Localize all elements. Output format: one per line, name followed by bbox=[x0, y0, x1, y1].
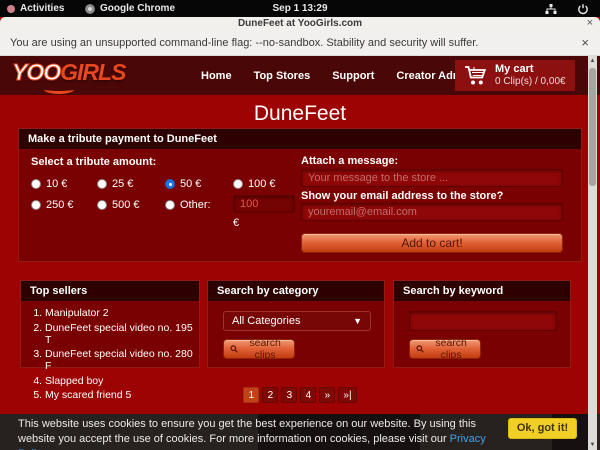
amount-option-25[interactable]: 25 € bbox=[97, 173, 165, 194]
other-amount-input[interactable] bbox=[233, 195, 295, 213]
page-button-3[interactable]: 3 bbox=[281, 387, 297, 403]
search-clips-label: search clips bbox=[428, 337, 474, 361]
window-titlebar: DuneFeet at YooGirls.com × bbox=[0, 17, 600, 31]
radio-icon[interactable] bbox=[233, 179, 243, 189]
power-icon[interactable] bbox=[577, 3, 589, 15]
radio-icon[interactable] bbox=[165, 200, 175, 210]
search-icon bbox=[416, 344, 424, 354]
search-clips-keyword-button[interactable]: search clips bbox=[409, 339, 481, 359]
scrollbar-thumb[interactable] bbox=[589, 68, 596, 186]
scroll-up-icon[interactable]: ▲ bbox=[588, 58, 597, 64]
cart-title: My cart bbox=[495, 63, 534, 75]
search-keyword-panel: Search by keyword search clips bbox=[393, 280, 571, 368]
amount-option-label: 50 € bbox=[180, 178, 201, 190]
warning-close-icon[interactable]: × bbox=[581, 31, 589, 55]
amount-option-250[interactable]: 250 € bbox=[31, 194, 97, 215]
screen: Activities Google Chrome Sep 1 13:29 Dun… bbox=[0, 0, 600, 450]
logo-yoo: YOO bbox=[12, 59, 60, 85]
logo-smile-icon bbox=[44, 85, 74, 94]
warning-text: You are using an unsupported command-lin… bbox=[10, 31, 478, 56]
amount-option-500[interactable]: 500 € bbox=[97, 194, 165, 215]
amount-option-100[interactable]: 100 € bbox=[233, 173, 305, 194]
amount-label: Select a tribute amount: bbox=[31, 156, 156, 168]
site-header: YOOGIRLS HomeTop StoresSupportCreator Ad… bbox=[0, 56, 600, 95]
search-clips-label: search clips bbox=[242, 337, 288, 361]
clock[interactable]: Sep 1 13:29 bbox=[0, 0, 600, 17]
scroll-down-icon[interactable]: ▼ bbox=[588, 442, 597, 448]
page-title: DuneFeet bbox=[0, 102, 600, 126]
logo-girls: GIRLS bbox=[60, 59, 125, 85]
network-icon[interactable] bbox=[545, 3, 557, 15]
scrollbar[interactable]: ▲ ▼ bbox=[588, 56, 597, 450]
radio-icon[interactable] bbox=[31, 179, 41, 189]
amount-option-label: 250 € bbox=[46, 199, 74, 211]
search-category-panel: Search by category All Categories ▼ sear… bbox=[207, 280, 385, 368]
nav-home[interactable]: Home bbox=[201, 70, 232, 82]
amount-option-label: Other: bbox=[180, 199, 211, 211]
amount-option-label: 100 € bbox=[248, 178, 276, 190]
search-icon bbox=[230, 344, 238, 354]
page-button-1[interactable]: 1 bbox=[243, 387, 259, 403]
message-input[interactable] bbox=[301, 169, 563, 187]
system-top-bar: Activities Google Chrome Sep 1 13:29 bbox=[0, 0, 600, 17]
search-keyword-title: Search by keyword bbox=[394, 281, 570, 301]
cart-summary: 0 Clip(s) / 0,00€ bbox=[495, 76, 566, 87]
main-nav: HomeTop StoresSupportCreator Admin bbox=[201, 56, 472, 95]
page-button-2[interactable]: 2 bbox=[262, 387, 278, 403]
page-button-»[interactable]: » bbox=[319, 387, 335, 403]
cart-icon bbox=[464, 65, 488, 86]
top-seller-item[interactable]: Slapped boy bbox=[45, 375, 199, 387]
email-label: Show your email address to the store? bbox=[301, 190, 503, 202]
window-close-icon[interactable]: × bbox=[587, 17, 593, 30]
chrome-warning-bar: You are using an unsupported command-lin… bbox=[0, 31, 600, 56]
top-sellers-panel: Top sellers Manipulator 2 DuneFeet specia… bbox=[20, 280, 200, 368]
search-category-title: Search by category bbox=[208, 281, 384, 301]
nav-support[interactable]: Support bbox=[332, 70, 374, 82]
radio-icon[interactable] bbox=[97, 200, 107, 210]
nav-top-stores[interactable]: Top Stores bbox=[254, 70, 311, 82]
category-selected-option: All Categories bbox=[232, 315, 300, 327]
message-label: Attach a message: bbox=[301, 155, 398, 167]
page-button-4[interactable]: 4 bbox=[300, 387, 316, 403]
cookie-banner: This website uses cookies to ensure you … bbox=[0, 414, 600, 450]
cookie-accept-button[interactable]: Ok, got it! bbox=[508, 418, 577, 439]
add-to-cart-button[interactable]: Add to cart! bbox=[301, 233, 563, 253]
radio-selected-icon[interactable] bbox=[165, 179, 175, 189]
category-select[interactable]: All Categories ▼ bbox=[223, 311, 371, 331]
site-logo[interactable]: YOOGIRLS bbox=[12, 59, 125, 86]
amount-option-label: 500 € bbox=[112, 199, 140, 211]
top-seller-item[interactable]: DuneFeet special video no. 195 T bbox=[45, 322, 199, 346]
radio-icon[interactable] bbox=[31, 200, 41, 210]
cookie-line2: accept the use of cookies. For more info… bbox=[79, 433, 450, 445]
search-clips-category-button[interactable]: search clips bbox=[223, 339, 295, 359]
window-title: DuneFeet at YooGirls.com bbox=[0, 17, 600, 31]
amount-option-10[interactable]: 10 € bbox=[31, 173, 97, 194]
top-seller-item[interactable]: DuneFeet special video no. 280 F bbox=[45, 348, 199, 372]
page-button-»|[interactable]: »| bbox=[338, 387, 356, 403]
cookie-text: This website uses cookies to ensure you … bbox=[18, 417, 500, 450]
tribute-panel-title: Make a tribute payment to DuneFeet bbox=[19, 129, 581, 149]
top-sellers-title: Top sellers bbox=[21, 281, 199, 301]
email-input[interactable] bbox=[301, 203, 563, 221]
keyword-input[interactable] bbox=[409, 311, 557, 331]
amount-option-other[interactable]: Other: bbox=[165, 194, 233, 215]
top-seller-item[interactable]: Manipulator 2 bbox=[45, 307, 199, 319]
currency-label: € bbox=[233, 217, 239, 229]
pagination: 1234»»| bbox=[0, 387, 600, 403]
radio-icon[interactable] bbox=[97, 179, 107, 189]
amount-option-label: 10 € bbox=[46, 178, 67, 190]
cart-button[interactable]: My cart 0 Clip(s) / 0,00€ bbox=[455, 60, 575, 91]
amount-option-label: 25 € bbox=[112, 178, 133, 190]
tribute-panel: Make a tribute payment to DuneFeet Selec… bbox=[18, 128, 582, 262]
chevron-down-icon: ▼ bbox=[353, 312, 362, 330]
amount-option-50[interactable]: 50 € bbox=[165, 173, 233, 194]
